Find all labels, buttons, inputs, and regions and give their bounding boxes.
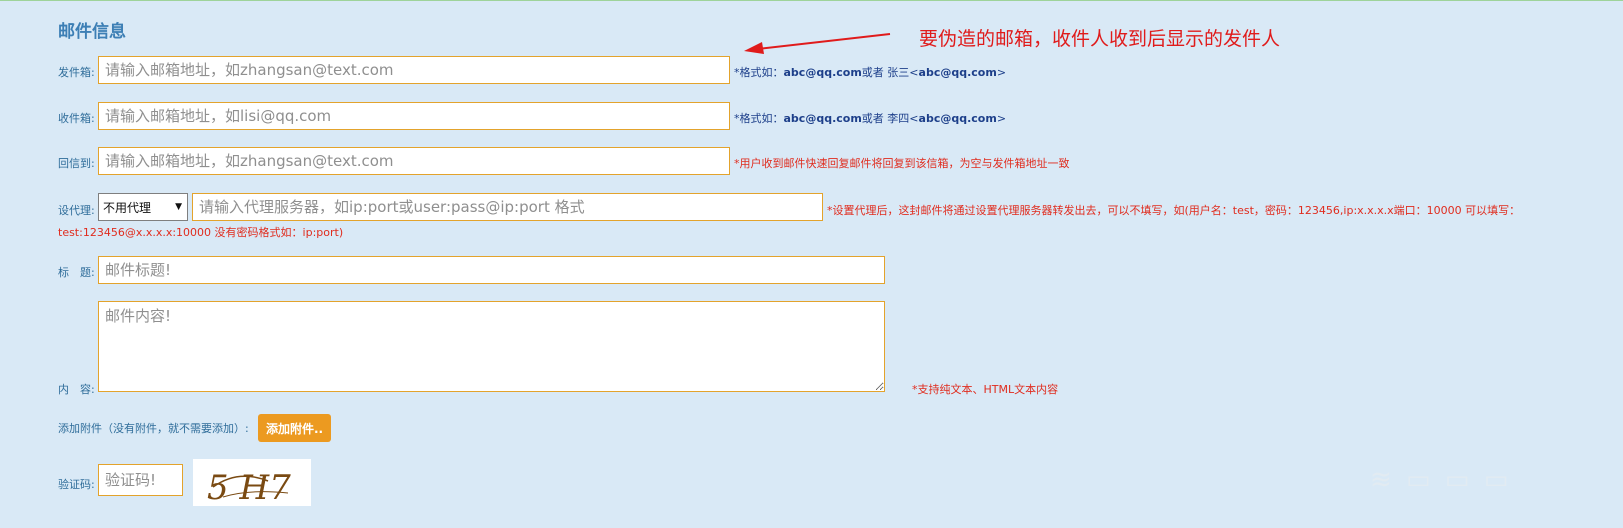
recipient-hint-prefix: *格式如： (734, 112, 784, 125)
captcha-image[interactable]: 5 H7 (193, 459, 311, 506)
recipient-hint-mid: 或者 李四< (861, 112, 919, 125)
reply-to-email-input[interactable] (98, 147, 730, 175)
proxy-hint-line1: *设置代理后，这封邮件将通过设置代理服务器转发出去，可以不填写，如(用户名：te… (827, 204, 1521, 217)
sender-hint-prefix: *格式如： (734, 66, 784, 79)
content-label: 内 容: (58, 383, 95, 396)
watermark-logo: ≋ ▭ ▭ ▭ (1370, 465, 1512, 495)
section-title: 邮件信息 (58, 22, 126, 42)
sender-hint-example2: abc@qq.com (918, 66, 997, 79)
add-attachment-button[interactable]: 添加附件.. (258, 414, 331, 442)
captcha-label: 验证码: (58, 478, 95, 491)
sender-email-input[interactable] (98, 56, 730, 84)
proxy-hint-line2: test:123456@x.x.x.x:10000 没有密码格式如：ip:por… (58, 226, 344, 239)
reply-to-label: 回信到: (58, 157, 95, 170)
proxy-select-value: 不用代理 (103, 200, 152, 215)
sender-label: 发件箱: (58, 66, 95, 79)
reply-to-hint: *用户收到邮件快速回复邮件将回复到该信箱，为空与发件箱地址一致 (734, 157, 1070, 170)
sender-hint-mid: 或者 张三< (861, 66, 919, 79)
sender-hint-suffix: > (996, 66, 1007, 79)
proxy-label: 设代理: (58, 204, 95, 217)
subject-label: 标 题: (58, 266, 95, 279)
recipient-label: 收件箱: (58, 112, 95, 125)
proxy-server-input[interactable] (192, 193, 823, 221)
sender-hint-example1: abc@qq.com (783, 66, 862, 79)
attachment-label: 添加附件（没有附件，就不需要添加）: (58, 422, 249, 435)
recipient-hint-example1: abc@qq.com (783, 112, 862, 125)
recipient-format-hint: *格式如：abc@qq.com或者 李四<abc@qq.com> (734, 110, 1006, 126)
content-hint: *支持纯文本、HTML文本内容 (912, 383, 1059, 396)
sender-format-hint: *格式如：abc@qq.com或者 张三<abc@qq.com> (734, 64, 1006, 80)
proxy-select[interactable]: 不用代理 ▼ (98, 193, 188, 221)
dropdown-arrow-icon: ▼ (175, 202, 182, 212)
content-textarea[interactable] (98, 301, 885, 392)
recipient-hint-suffix: > (996, 112, 1007, 125)
subject-input[interactable] (98, 256, 885, 284)
recipient-hint-example2: abc@qq.com (918, 112, 997, 125)
annotation-text: 要伪造的邮箱，收件人收到后显示的发件人 (919, 28, 1281, 50)
recipient-email-input[interactable] (98, 102, 730, 130)
captcha-image-text: 5 H7 (207, 468, 291, 506)
annotation-arrow (744, 33, 891, 54)
captcha-input[interactable] (98, 464, 183, 496)
